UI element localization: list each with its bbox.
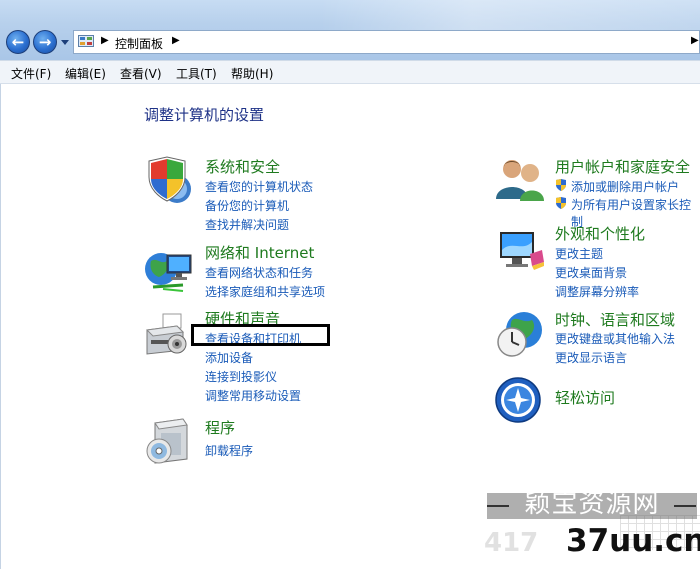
menu-bar: 文件(F) 编辑(E) 查看(V) 工具(T) 帮助(H) <box>0 60 700 84</box>
monitor-icon[interactable] <box>494 228 546 276</box>
printer-icon[interactable] <box>143 310 195 362</box>
forward-button[interactable]: → <box>33 30 57 54</box>
menu-edit[interactable]: 编辑(E) <box>65 65 106 82</box>
task-link[interactable]: 卸载程序 <box>205 442 253 459</box>
task-link[interactable]: 连接到投影仪 <box>205 368 277 385</box>
uac-shield-icon <box>556 197 566 209</box>
menu-file[interactable]: 文件(F) <box>11 65 51 82</box>
menu-tools[interactable]: 工具(T) <box>176 65 217 82</box>
task-link[interactable]: 查看您的计算机状态 <box>205 178 313 195</box>
users-icon[interactable] <box>494 155 546 203</box>
address-bar[interactable]: ▶ 控制面板 ▶ ▶ <box>73 30 700 54</box>
task-link[interactable]: 更改键盘或其他输入法 <box>555 330 675 347</box>
breadcrumb-expand-icon[interactable]: ▶ <box>691 35 699 46</box>
breadcrumb-control-panel[interactable]: 控制面板 <box>115 35 163 52</box>
breadcrumb-separator-icon[interactable]: ▶ <box>172 35 180 46</box>
programs-icon[interactable] <box>143 415 195 467</box>
back-arrow-icon: ← <box>11 33 25 51</box>
watermark-domain: 37uu.cn <box>566 523 700 559</box>
back-button[interactable]: ← <box>6 30 30 54</box>
page-title: 调整计算机的设置 <box>144 106 265 124</box>
category-clock-language-region[interactable]: 时钟、语言和区域 <box>555 309 675 330</box>
task-link[interactable]: 调整屏幕分辨率 <box>555 283 639 300</box>
menu-help[interactable]: 帮助(H) <box>231 65 273 82</box>
clock-globe-icon[interactable] <box>494 308 546 360</box>
network-globe-icon[interactable] <box>143 245 195 297</box>
menu-view[interactable]: 查看(V) <box>120 65 162 82</box>
task-link[interactable]: 选择家庭组和共享选项 <box>205 283 325 300</box>
category-network-internet[interactable]: 网络和 Internet <box>205 242 314 263</box>
category-programs[interactable]: 程序 <box>205 417 235 438</box>
task-link[interactable]: 调整常用移动设置 <box>205 387 301 404</box>
category-ease-of-access[interactable]: 轻松访问 <box>555 387 615 408</box>
breadcrumb-separator-icon[interactable]: ▶ <box>101 35 109 46</box>
task-link[interactable]: 备份您的计算机 <box>205 197 289 214</box>
watermark-text: 颖宝资源网 <box>524 489 660 519</box>
task-link[interactable]: 查找并解决问题 <box>205 216 289 233</box>
task-link[interactable]: 添加设备 <box>205 349 253 366</box>
accessibility-icon[interactable] <box>494 376 542 424</box>
task-link[interactable]: 添加或删除用户帐户 <box>555 178 679 195</box>
task-link[interactable]: 更改主题 <box>555 245 603 262</box>
category-system-security[interactable]: 系统和安全 <box>205 156 280 177</box>
category-user-accounts[interactable]: 用户帐户和家庭安全 <box>555 156 690 177</box>
category-appearance[interactable]: 外观和个性化 <box>555 223 645 244</box>
recent-pages-dropdown-icon[interactable] <box>61 40 69 45</box>
shield-icon[interactable] <box>143 155 195 207</box>
watermark-number: 417 <box>484 528 539 558</box>
control-panel-icon <box>78 35 94 47</box>
highlight-box <box>191 324 330 346</box>
task-link[interactable]: 更改显示语言 <box>555 349 627 366</box>
uac-shield-icon <box>556 179 566 191</box>
task-link[interactable]: 查看网络状态和任务 <box>205 264 313 281</box>
forward-arrow-icon: → <box>38 33 52 51</box>
task-link[interactable]: 更改桌面背景 <box>555 264 627 281</box>
